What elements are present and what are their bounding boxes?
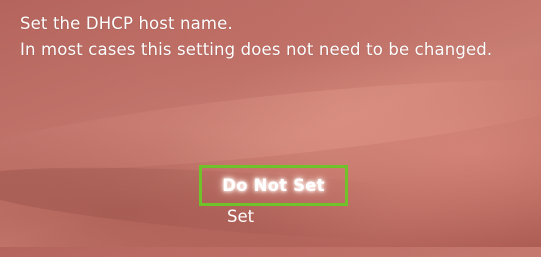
option-do-not-set[interactable]: Do Not Set	[199, 165, 348, 206]
option-set-label: Set	[227, 207, 255, 226]
option-list: Do Not Set Set	[0, 0, 541, 247]
option-do-not-set-label: Do Not Set	[222, 176, 325, 195]
option-set[interactable]: Set	[227, 207, 254, 226]
